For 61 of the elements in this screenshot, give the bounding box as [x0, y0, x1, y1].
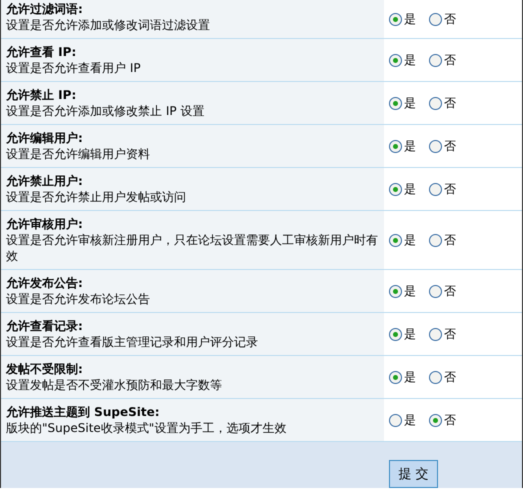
- setting-title: 允许推送主题到 SupeSite:: [6, 404, 161, 420]
- radio-option[interactable]: 否: [429, 282, 456, 300]
- setting-title: 允许编辑用户:: [6, 130, 84, 146]
- radio-option[interactable]: 否: [429, 94, 456, 112]
- radio-option[interactable]: 是: [389, 412, 416, 428]
- radio-button[interactable]: [389, 284, 402, 298]
- radio-option[interactable]: 是: [389, 326, 416, 342]
- radio-button[interactable]: [389, 54, 402, 66]
- setting-description: 设置是否允许添加或修改禁止 IP 设置: [6, 103, 206, 119]
- radio-button[interactable]: [429, 140, 442, 152]
- setting-title: 允许禁止 IP:: [6, 87, 78, 103]
- radio-button[interactable]: [429, 370, 442, 384]
- setting-description: 设置是否允许禁止用户发帖或访问: [6, 189, 187, 205]
- setting-title: 发帖不受限制:: [6, 361, 84, 377]
- radio-option[interactable]: 否: [429, 412, 456, 428]
- radio-button[interactable]: [429, 12, 442, 26]
- radio-button[interactable]: [389, 182, 402, 196]
- setting-title: 允许发布公告:: [6, 275, 84, 291]
- setting-description: 版块的"SupeSite收录模式"设置为手工，选项才生效: [6, 420, 288, 436]
- submit-button[interactable]: 提 交: [389, 460, 438, 488]
- radio-option[interactable]: 是: [389, 282, 416, 300]
- radio-option[interactable]: 否: [429, 368, 456, 386]
- setting-description: 设置是否允许查看版主管理记录和用户评分记录: [6, 334, 259, 350]
- radio-button[interactable]: [389, 140, 402, 152]
- radio-button[interactable]: [429, 234, 442, 246]
- radio-option[interactable]: 是: [389, 180, 416, 198]
- setting-title: 允许查看记录:: [6, 318, 84, 334]
- radio-option[interactable]: 是: [389, 10, 416, 28]
- radio-button[interactable]: [389, 328, 402, 340]
- radio-button[interactable]: [429, 328, 442, 340]
- setting-description: 设置是否允许审核新注册用户，只在论坛设置需要人工审核新用户时有效: [6, 232, 379, 264]
- radio-option[interactable]: 否: [429, 10, 456, 28]
- radio-button[interactable]: [429, 54, 442, 66]
- radio-button[interactable]: [389, 414, 402, 426]
- setting-description: 设置是否允许发布论坛公告: [6, 291, 151, 307]
- radio-button[interactable]: [389, 12, 402, 26]
- setting-description: 设置是否允许编辑用户资料: [6, 146, 151, 162]
- radio-option[interactable]: 否: [429, 180, 456, 198]
- setting-title: 允许审核用户:: [6, 216, 84, 232]
- radio-option[interactable]: 否: [429, 232, 456, 248]
- radio-button[interactable]: [429, 96, 442, 110]
- setting-title: 允许过滤词语:: [6, 1, 84, 17]
- radio-button[interactable]: [389, 370, 402, 384]
- radio-option[interactable]: 否: [429, 52, 456, 68]
- radio-option[interactable]: 否: [429, 326, 456, 342]
- setting-title: 允许查看 IP:: [6, 44, 78, 60]
- radio-option[interactable]: 否: [429, 138, 456, 154]
- setting-description: 设置是否允许查看用户 IP: [6, 60, 142, 76]
- radio-option[interactable]: 是: [389, 368, 416, 386]
- setting-description: 设置是否允许添加或修改词语过滤设置: [6, 17, 211, 33]
- setting-description: 设置发帖是否不受灌水预防和最大字数等: [6, 377, 223, 393]
- radio-button[interactable]: [389, 234, 402, 246]
- radio-option[interactable]: 是: [389, 232, 416, 248]
- radio-button[interactable]: [429, 182, 442, 196]
- radio-button[interactable]: [389, 96, 402, 110]
- radio-button[interactable]: [429, 284, 442, 298]
- radio-button[interactable]: [429, 414, 442, 426]
- setting-title: 允许禁止用户:: [6, 173, 84, 189]
- radio-option[interactable]: 是: [389, 52, 416, 68]
- radio-option[interactable]: 是: [389, 138, 416, 154]
- radio-option[interactable]: 是: [389, 94, 416, 112]
